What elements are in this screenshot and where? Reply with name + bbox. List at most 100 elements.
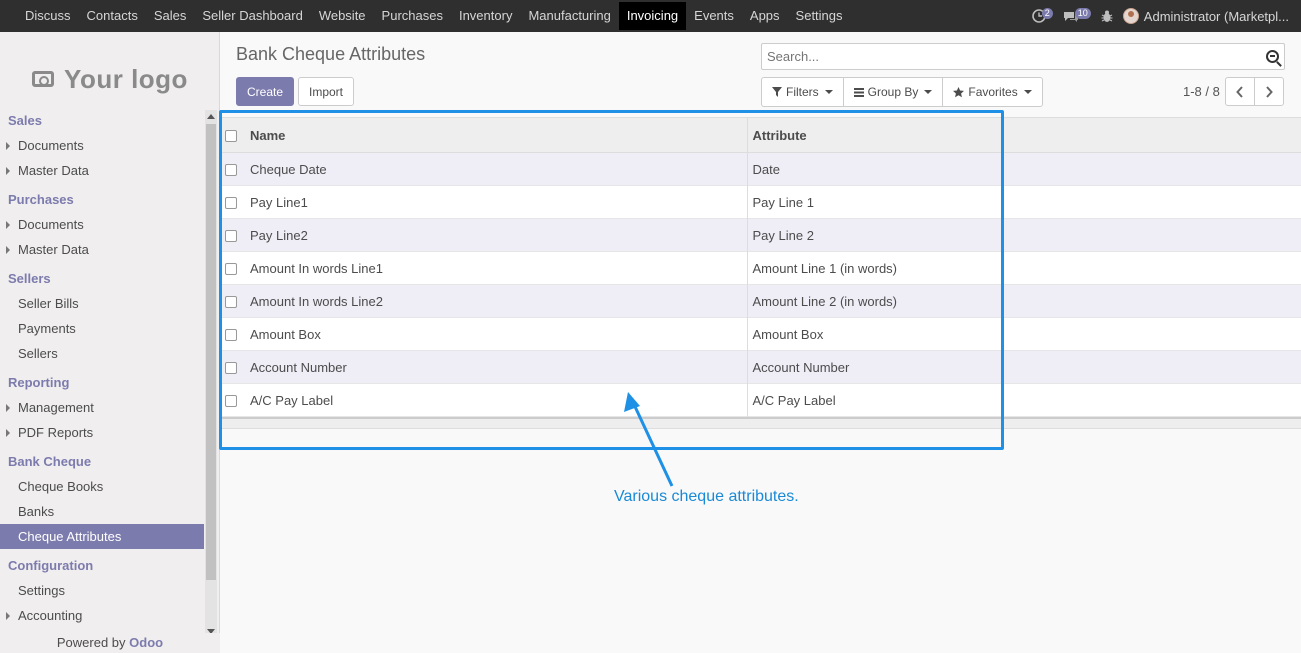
column-header-name[interactable]: Name [245,118,747,153]
filters-dropdown[interactable]: Filters [762,78,844,106]
search-icon[interactable] [1266,50,1279,63]
topnav-item-purchases[interactable]: Purchases [374,2,451,30]
cell-name: Pay Line1 [250,194,308,210]
table-row[interactable]: A/C Pay Label A/C Pay Label [220,383,1301,417]
topnav-item-inventory[interactable]: Inventory [451,2,520,30]
company-logo[interactable]: Your logo [22,52,198,106]
select-all-checkbox[interactable] [225,130,237,143]
row-checkbox[interactable] [225,362,237,375]
cell-name: Amount Box [250,326,321,342]
powered-brand-link[interactable]: Odoo [129,635,163,650]
messages-button[interactable]: 10 [1063,7,1091,23]
topnav-item-apps[interactable]: Apps [742,2,788,30]
sidebar-item-cheque-attributes[interactable]: Cheque Attributes [0,524,204,549]
sidebar-section-reporting[interactable]: Reporting [0,370,204,395]
sidebar-item-settings[interactable]: Settings [0,578,204,603]
table-row[interactable]: Pay Line2 Pay Line 2 [220,218,1301,252]
cell-attribute: Pay Line 2 [746,218,1301,252]
powered-prefix: Powered by [56,635,126,650]
favorites-dropdown[interactable]: Favorites [943,78,1041,106]
cell-attribute: Account Number [746,350,1301,384]
sidebar-item-banks[interactable]: Banks [0,499,204,524]
sidebar-item-accounting[interactable]: Accounting [0,603,204,628]
chevron-down-icon [824,90,833,94]
topnav-item-website[interactable]: Website [311,2,374,30]
sidebar-section-sales[interactable]: Sales [0,108,204,133]
sidebar-item-cheque-books[interactable]: Cheque Books [0,474,204,499]
search-input[interactable] [762,44,1242,69]
sidebar-section-bank-cheque[interactable]: Bank Cheque [0,449,204,474]
chevron-down-icon [924,90,933,94]
debug-button[interactable] [1101,10,1113,23]
topnav-item-contacts[interactable]: Contacts [79,2,146,30]
pager-next-button[interactable] [1254,77,1284,106]
systray: 2 10 Administrator (Marketpl... [1031,0,1289,32]
topnav-item-seller-dashboard[interactable]: Seller Dashboard [194,2,310,30]
sidebar-menu: Sales Documents Master Data Purchases Docume… [0,104,204,632]
row-select-cell [220,285,245,318]
pager-previous-button[interactable] [1225,77,1255,106]
table-header: Name Attribute [220,117,1301,153]
topnav-item-sales[interactable]: Sales [146,2,195,30]
topnav-item-manufacturing[interactable]: Manufacturing [520,2,618,30]
topnav-item-events[interactable]: Events [686,2,742,30]
sidebar-item-management[interactable]: Management [0,395,204,420]
activity-count-badge: 2 [1041,7,1053,19]
sidebar-item-master-data[interactable]: Master Data [0,237,204,262]
activity-button[interactable]: 2 [1031,7,1053,23]
create-button[interactable]: Create [236,77,294,106]
table-row[interactable]: Amount In words Line2 Amount Line 2 (in w… [220,284,1301,318]
row-checkbox[interactable] [225,230,237,243]
sidebar-item-pdf-reports[interactable]: PDF Reports [0,420,204,445]
user-menu[interactable]: Administrator (Marketpl... [1122,8,1289,24]
sidebar-item-management[interactable]: Management [0,628,204,632]
list-icon [853,87,864,97]
sidebar-item-sellers[interactable]: Sellers [0,341,204,366]
topnav-item-discuss[interactable]: Discuss [17,2,79,30]
row-checkbox[interactable] [225,296,237,309]
sidebar-item-documents[interactable]: Documents [0,212,204,237]
sidebar-section-configuration[interactable]: Configuration [0,553,204,578]
sidebar-item-master-data[interactable]: Master Data [0,158,204,183]
row-select-cell [220,186,245,219]
row-checkbox[interactable] [225,395,237,408]
column-header-attribute[interactable]: Attribute [746,117,1301,153]
row-checkbox[interactable] [225,329,237,342]
table-row[interactable]: Amount Box Amount Box [220,317,1301,351]
cell-name: Pay Line2 [250,227,308,243]
filters-label: Filters [786,85,819,99]
scroll-up-icon[interactable] [207,114,215,119]
groupby-dropdown[interactable]: Group By [844,78,944,106]
sidebar: Your logo Sales Documents Master Data Purch… [0,32,220,653]
search-bar [761,43,1285,70]
list-view: Name Attribute Cheque Date Date Pay Line1 P… [220,117,1301,429]
topnav-item-invoicing[interactable]: Invoicing [618,2,687,30]
table-row[interactable]: Amount In words Line1 Amount Line 1 (in w… [220,251,1301,285]
star-icon [953,86,965,97]
attributes-table: Name Attribute Cheque Date Date Pay Line1 P… [220,117,1301,417]
table-row[interactable]: Account Number Account Number [220,350,1301,384]
sidebar-section-sellers[interactable]: Sellers [0,266,204,291]
table-row[interactable]: Pay Line1 Pay Line 1 [220,185,1301,219]
table-row[interactable]: Cheque Date Date [220,152,1301,186]
messages-count-badge: 10 [1074,7,1091,19]
table-body: Cheque Date Date Pay Line1 Pay Line 1 Pay Li… [220,152,1301,417]
cell-attribute: Date [746,152,1301,186]
scrollbar-thumb[interactable] [206,124,216,580]
topnav-item-settings[interactable]: Settings [788,2,851,30]
sidebar-item-documents[interactable]: Documents [0,133,204,158]
bug-icon [1101,10,1113,22]
table-footer [220,417,1301,429]
row-checkbox[interactable] [225,263,237,276]
import-button[interactable]: Import [298,77,354,106]
sidebar-item-payments[interactable]: Payments [0,316,204,341]
chevron-left-icon [1236,85,1243,98]
sidebar-section-purchases[interactable]: Purchases [0,187,204,212]
row-select-cell [220,219,245,252]
row-checkbox[interactable] [225,164,237,177]
pager-value[interactable]: 1-8 / 8 [1183,84,1220,99]
favorites-label: Favorites [968,85,1018,99]
row-checkbox[interactable] [225,197,237,210]
sidebar-item-seller-bills[interactable]: Seller Bills [0,291,204,316]
sidebar-scrollbar[interactable] [205,110,217,638]
